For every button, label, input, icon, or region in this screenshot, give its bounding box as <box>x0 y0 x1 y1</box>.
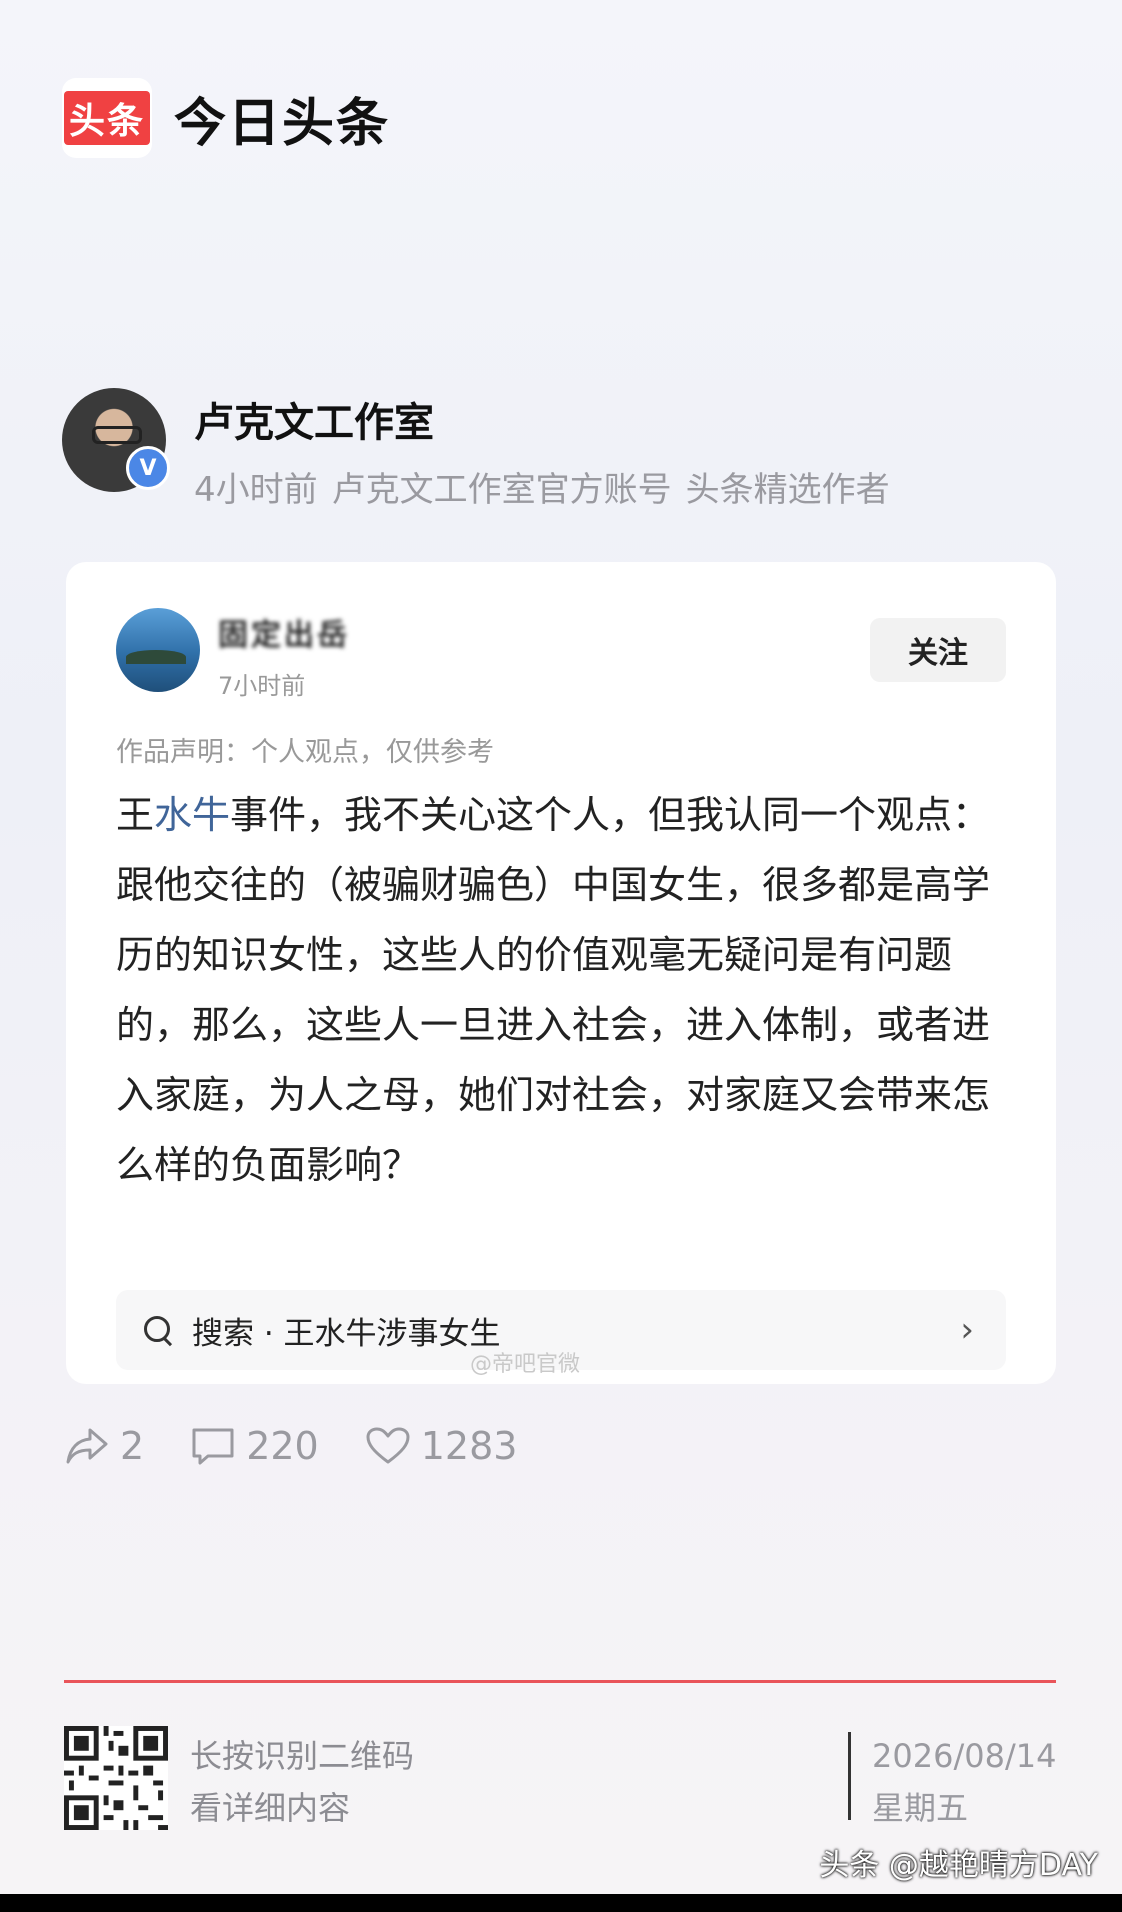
footer-date: 2026/08/14 星期五 <box>872 1730 1056 1834</box>
author-avatar[interactable]: V <box>62 388 170 492</box>
logo-text: 头条 <box>64 91 150 145</box>
author-header: V 卢克文工作室 4小时前 卢克文工作室官方账号 头条精选作者 <box>62 388 904 511</box>
brand-header: 头条 今日头条 <box>62 78 390 158</box>
author-account: 卢克文工作室官方账号 <box>331 470 672 510</box>
author-name[interactable]: 卢克文工作室 <box>194 390 904 448</box>
post-time: 4小时前 <box>194 470 318 510</box>
qr-code-icon[interactable] <box>64 1726 168 1830</box>
body-prefix: 王 <box>116 793 155 837</box>
footer-divider <box>64 1680 1056 1683</box>
weibo-watermark: @帝吧官微 <box>470 1352 581 1377</box>
content-declaration: 作品声明：个人观点，仅供参考 <box>116 737 494 768</box>
quoted-user-name[interactable]: 固定出岳 <box>218 610 350 654</box>
author-info: 卢克文工作室 4小时前 卢克文工作室官方账号 头条精选作者 <box>194 388 904 511</box>
quoted-post-card[interactable]: 固定出岳 7小时前 关注 作品声明：个人观点，仅供参考 王水牛事件，我不关心这个… <box>66 562 1056 1384</box>
follow-button[interactable]: 关注 <box>870 618 1006 682</box>
search-icon <box>144 1316 172 1344</box>
comment-action[interactable]: 220 <box>190 1424 319 1468</box>
share-count: 2 <box>120 1424 145 1468</box>
comment-count: 220 <box>246 1424 319 1468</box>
search-label: 搜索 · 王水牛涉事女生 <box>192 1315 501 1352</box>
like-action[interactable]: 1283 <box>365 1424 518 1468</box>
action-bar: 2 220 1283 <box>64 1424 563 1468</box>
app-name: 今日头条 <box>174 93 391 154</box>
qr-hint-line1: 长按识别二维码 <box>190 1737 415 1775</box>
weekday-text: 星期五 <box>872 1789 969 1827</box>
body-text: 事件，我不关心这个人，但我认同一个观点：跟他交往的（被骗财骗色）中国女生，很多都… <box>116 793 991 1187</box>
share-icon <box>66 1428 108 1464</box>
highlight-link[interactable]: 水牛 <box>154 793 230 837</box>
verified-badge-icon: V <box>126 446 170 490</box>
like-count: 1283 <box>420 1424 518 1468</box>
author-meta: 4小时前 卢克文工作室官方账号 头条精选作者 <box>194 462 904 511</box>
author-title: 头条精选作者 <box>685 470 890 510</box>
heart-icon <box>366 1427 410 1464</box>
post-body: 王水牛事件，我不关心这个人，但我认同一个观点：跟他交往的（被骗财骗色）中国女生，… <box>116 780 996 1200</box>
date-text: 2026/08/14 <box>872 1737 1057 1775</box>
footer-separator <box>848 1732 851 1820</box>
bottom-edge-bar <box>0 1894 1122 1912</box>
qr-hint-line2: 看详细内容 <box>190 1789 351 1827</box>
comment-icon <box>192 1428 234 1465</box>
chevron-right-icon: › <box>960 1310 974 1350</box>
quoted-post-time: 7小时前 <box>218 672 306 700</box>
quoted-user-info: 固定出岳 7小时前 <box>218 610 350 701</box>
share-action[interactable]: 2 <box>64 1424 144 1468</box>
toutiao-watermark: 头条 @越艳晴方DAY <box>819 1848 1098 1883</box>
qr-hint: 长按识别二维码 看详细内容 <box>190 1730 414 1834</box>
quoted-user-avatar[interactable] <box>116 608 200 692</box>
toutiao-logo-icon: 头条 <box>62 78 152 158</box>
